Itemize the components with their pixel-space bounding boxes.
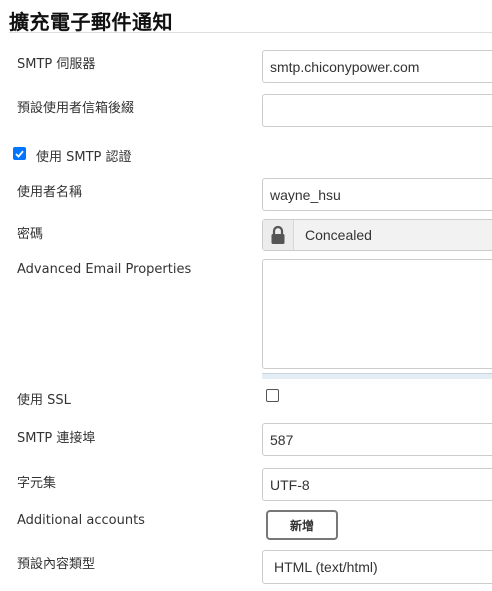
textarea-resize-handle[interactable] bbox=[262, 373, 492, 379]
advanced-email-properties-label: Advanced Email Properties bbox=[17, 262, 192, 277]
lock-icon bbox=[271, 225, 285, 244]
additional-accounts-label: Additional accounts bbox=[17, 513, 145, 528]
use-smtp-auth-checkbox[interactable] bbox=[13, 147, 26, 160]
smtp-server-label: SMTP 伺服器 bbox=[17, 57, 96, 72]
checkmark-icon bbox=[15, 150, 24, 158]
smtp-port-label: SMTP 連接埠 bbox=[17, 431, 96, 446]
username-field[interactable] bbox=[262, 178, 492, 211]
charset-label: 字元集 bbox=[17, 476, 57, 491]
section-divider bbox=[9, 32, 492, 33]
default-content-type-value: HTML (text/html) bbox=[274, 559, 378, 575]
password-label: 密碼 bbox=[17, 227, 44, 242]
smtp-server-input[interactable] bbox=[270, 58, 492, 75]
default-content-type-select[interactable]: HTML (text/html) bbox=[262, 550, 492, 584]
default-user-suffix-input[interactable] bbox=[270, 102, 492, 119]
default-user-suffix-label: 預設使用者信箱後綴 bbox=[17, 101, 135, 116]
default-content-type-label: 預設內容類型 bbox=[17, 557, 96, 572]
smtp-port-field[interactable] bbox=[262, 423, 492, 456]
password-concealed-field[interactable]: Concealed bbox=[262, 219, 492, 251]
username-label: 使用者名稱 bbox=[17, 185, 83, 200]
advanced-email-properties-textarea[interactable] bbox=[262, 259, 492, 369]
use-smtp-auth-label[interactable]: 使用 SMTP 認證 bbox=[36, 146, 132, 165]
smtp-server-field[interactable] bbox=[262, 50, 492, 83]
smtp-port-input[interactable] bbox=[270, 431, 492, 448]
section-title: 擴充電子郵件通知 bbox=[9, 10, 173, 34]
add-account-button[interactable]: 新增 bbox=[266, 510, 338, 540]
charset-input[interactable] bbox=[270, 476, 492, 493]
charset-field[interactable] bbox=[262, 468, 492, 501]
use-ssl-label: 使用 SSL bbox=[17, 393, 71, 408]
password-concealed-text: Concealed bbox=[305, 227, 372, 243]
use-ssl-checkbox[interactable] bbox=[266, 389, 279, 402]
username-input[interactable] bbox=[270, 186, 492, 203]
default-user-suffix-field[interactable] bbox=[262, 94, 492, 127]
